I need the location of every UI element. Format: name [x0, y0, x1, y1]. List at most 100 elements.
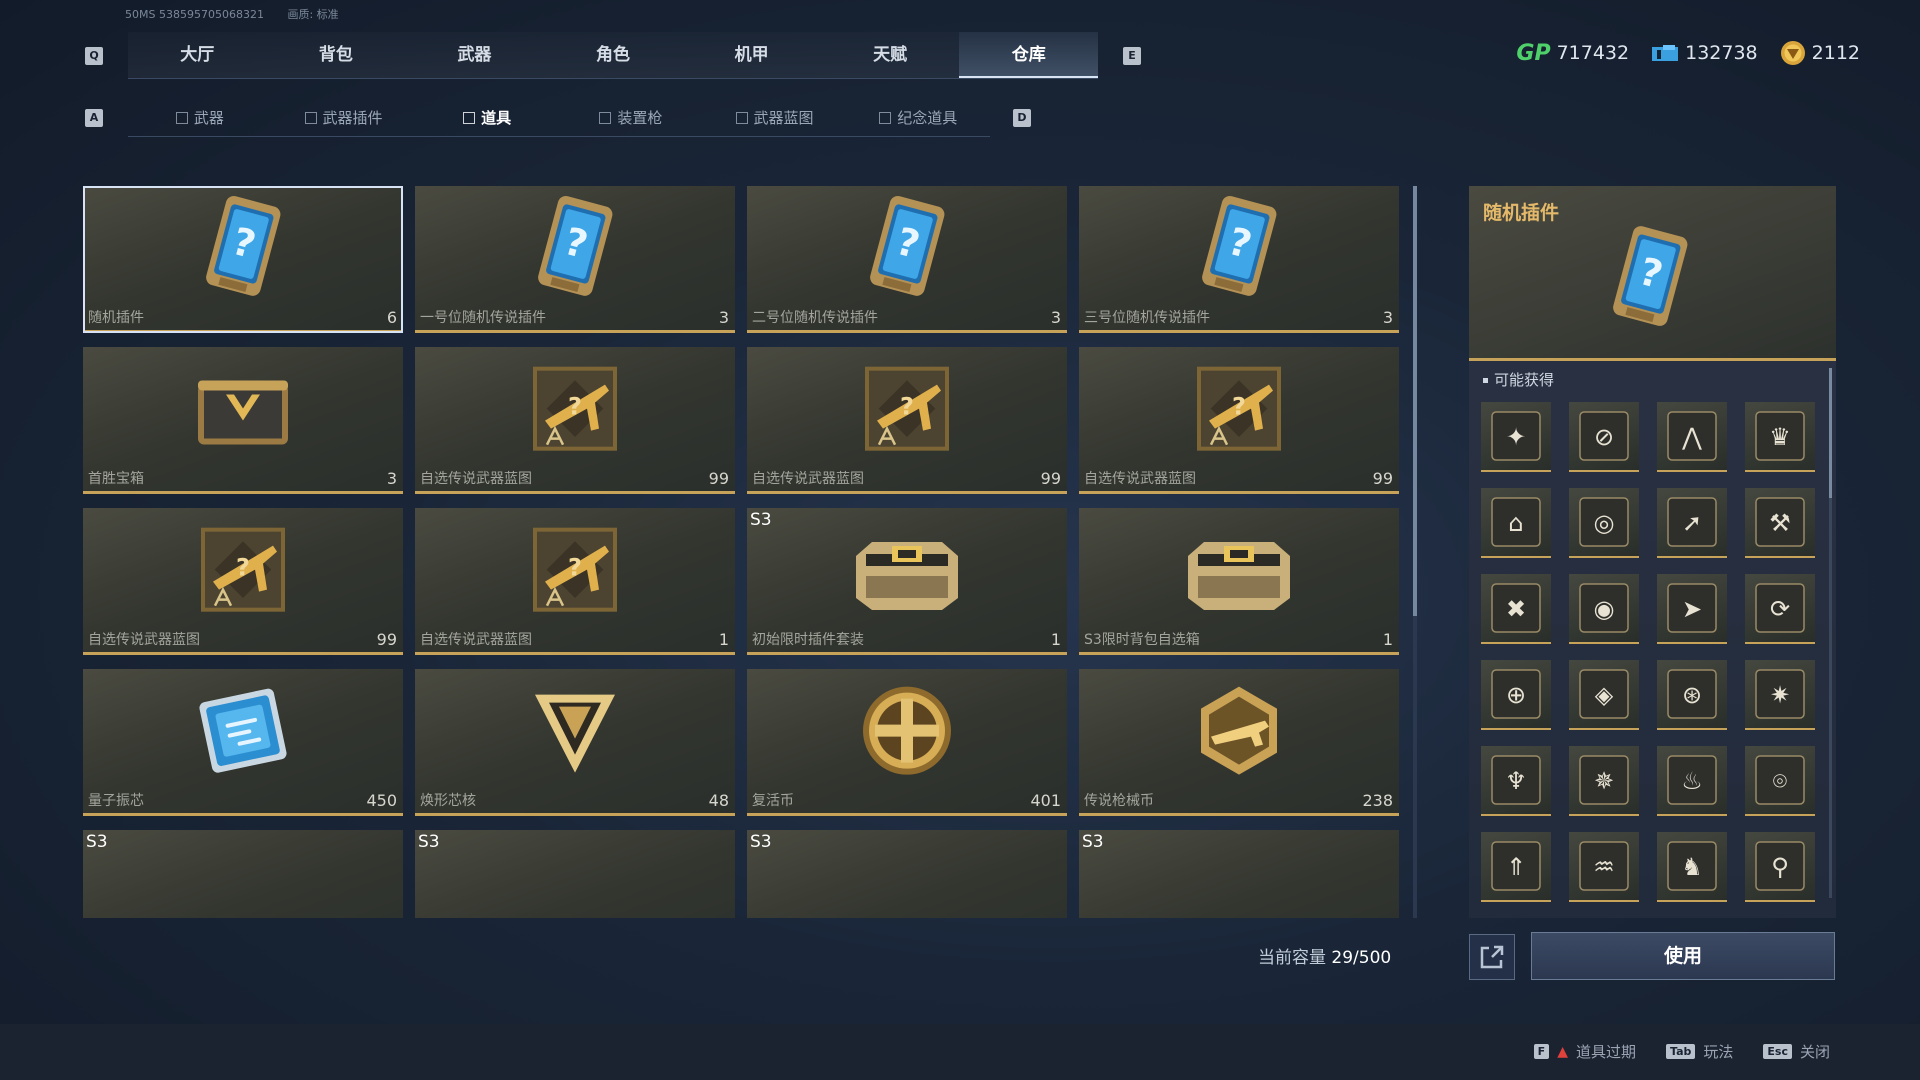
item-name: 一号位随机传说插件 — [420, 310, 546, 326]
subtab-souvenirs[interactable]: 纪念道具 — [846, 100, 990, 136]
reward-plugin-icon[interactable]: ➤ — [1657, 574, 1727, 644]
reward-plugin-icon[interactable]: ♛ — [1745, 402, 1815, 472]
tab-characters[interactable]: 角色 — [544, 32, 683, 78]
reward-plugin-icon[interactable]: ◎ — [1569, 488, 1639, 558]
capacity-value: 29/500 — [1331, 948, 1392, 968]
svg-text:⚲: ⚲ — [1771, 853, 1789, 881]
item-slot[interactable]: S3 — [1079, 830, 1399, 918]
reward-plugin-icon[interactable]: ✷ — [1745, 660, 1815, 730]
item-count: 3 — [1382, 308, 1393, 327]
reward-plugin-icon[interactable]: ⇑ — [1481, 832, 1551, 902]
item-slot[interactable]: ? 自选传说武器蓝图 99 — [1079, 347, 1399, 494]
main-tabs: 大厅 背包 武器 角色 机甲 天赋 仓库 — [128, 32, 1099, 79]
item-slot[interactable]: 首胜宝箱 3 — [83, 347, 403, 494]
item-name: S3限时背包自选箱 — [1084, 632, 1200, 648]
hint-label: 玩法 — [1703, 1043, 1734, 1061]
item-slot[interactable]: ? 自选传说武器蓝图 99 — [747, 347, 1067, 494]
share-button[interactable] — [1469, 934, 1515, 980]
hint-expired[interactable]: F ▲ 道具过期 — [1533, 1041, 1636, 1062]
item-name: 自选传说武器蓝图 — [420, 471, 532, 487]
reward-plugin-icon[interactable]: ⟳ — [1745, 574, 1815, 644]
reward-plugin-icon[interactable]: ⊕ — [1481, 660, 1551, 730]
tab-mecha[interactable]: 机甲 — [682, 32, 821, 78]
reward-plugin-icon[interactable]: ⚲ — [1745, 832, 1815, 902]
svg-text:⟳: ⟳ — [1770, 595, 1790, 623]
detail-panel: 随机插件 ? 可能获得 ✦ ⊘ ⋀ ♛ ⌂ ◎ ➚ ⚒ ✖ ◉ ➤ ⟳ ⊕ ◈ ⊛ ✷ ♆ ✵ ♨ ⌾ ⇑ ♒ ♞ ⚲ — [1469, 186, 1836, 918]
subtab-weapon-plugins[interactable]: 武器插件 — [272, 100, 416, 136]
item-name: 二号位随机传说插件 — [752, 310, 878, 326]
reward-plugin-icon[interactable]: ♆ — [1481, 746, 1551, 816]
season-tag: S3 — [750, 510, 772, 530]
reward-plugin-icon[interactable]: ✵ — [1569, 746, 1639, 816]
currency-gp: GP 717432 — [1516, 41, 1629, 66]
capacity-label: 当前容量 — [1258, 948, 1326, 968]
plugin-icon — [304, 112, 317, 124]
key-d[interactable]: D — [1013, 109, 1031, 127]
key-a[interactable]: A — [85, 109, 103, 127]
item-slot[interactable]: S3限时背包自选箱 1 — [1079, 508, 1399, 655]
svg-text:?: ? — [1232, 393, 1246, 421]
reward-plugin-icon[interactable]: ➚ — [1657, 488, 1727, 558]
svg-text:?: ? — [568, 554, 582, 582]
subtab-weapon-blueprints[interactable]: 武器蓝图 — [703, 100, 847, 136]
hint-close[interactable]: Esc 关闭 — [1763, 1041, 1830, 1062]
reward-plugin-icon[interactable]: ⌂ — [1481, 488, 1551, 558]
reward-plugin-icon[interactable]: ⚒ — [1745, 488, 1815, 558]
reward-plugin-icon[interactable]: ♒ — [1569, 832, 1639, 902]
reward-plugin-icon[interactable]: ⋀ — [1657, 402, 1727, 472]
svg-text:⌂: ⌂ — [1508, 509, 1523, 537]
key-q[interactable]: Q — [85, 47, 103, 65]
device-gun-icon — [599, 112, 612, 124]
item-slot[interactable]: S3 — [747, 830, 1067, 918]
hint-key: F — [1533, 1044, 1550, 1059]
item-slot[interactable]: ? 随机插件 6 — [83, 186, 403, 333]
item-slot[interactable]: S3 — [415, 830, 735, 918]
reward-plugin-icon[interactable]: ⊘ — [1569, 402, 1639, 472]
item-grid: ? 随机插件 6? 一号位随机传说插件 3? 二号位随机传说插件 3? 三号位随机传说插件 3 首… — [83, 186, 1401, 918]
subtab-weapons[interactable]: 武器 — [128, 100, 272, 136]
subtab-items[interactable]: 道具 — [415, 100, 559, 136]
case-icon — [1174, 522, 1304, 622]
svg-text:♒: ♒ — [1593, 853, 1615, 881]
tab-lobby[interactable]: 大厅 — [128, 32, 267, 78]
reward-plugin-icon[interactable]: ◈ — [1569, 660, 1639, 730]
detail-scrollbar-thumb[interactable] — [1829, 368, 1832, 498]
possible-rewards-label: 可能获得 — [1483, 369, 1554, 390]
tab-weapons[interactable]: 武器 — [405, 32, 544, 78]
tab-warehouse[interactable]: 仓库 — [959, 32, 1099, 78]
item-slot[interactable]: 量子振芯 450 — [83, 669, 403, 816]
use-button[interactable]: 使用 — [1531, 932, 1835, 980]
grid-scrollbar-thumb[interactable] — [1413, 186, 1417, 616]
tab-talents[interactable]: 天赋 — [821, 32, 960, 78]
reward-plugin-icon[interactable]: ♨ — [1657, 746, 1727, 816]
svg-text:➤: ➤ — [1682, 595, 1702, 623]
hint-label: 道具过期 — [1575, 1043, 1636, 1061]
item-slot[interactable]: ? 自选传说武器蓝图 99 — [83, 508, 403, 655]
item-slot[interactable]: ? 二号位随机传说插件 3 — [747, 186, 1067, 333]
season-tag: S3 — [1082, 832, 1104, 852]
reward-plugin-icon[interactable]: ⊛ — [1657, 660, 1727, 730]
item-slot[interactable]: ? 自选传说武器蓝图 99 — [415, 347, 735, 494]
reward-plugin-icon[interactable]: ◉ — [1569, 574, 1639, 644]
svg-text:⊕: ⊕ — [1506, 681, 1526, 709]
tab-backpack[interactable]: 背包 — [267, 32, 406, 78]
souvenir-icon — [879, 112, 892, 124]
item-slot[interactable]: ? 自选传说武器蓝图 1 — [415, 508, 735, 655]
hint-gameplay[interactable]: Tab 玩法 — [1665, 1041, 1734, 1062]
item-slot[interactable]: S3 — [83, 830, 403, 918]
reward-plugin-icon[interactable]: ✦ — [1481, 402, 1551, 472]
key-e[interactable]: E — [1123, 47, 1141, 65]
item-slot[interactable]: 传说枪械币 238 — [1079, 669, 1399, 816]
item-slot[interactable]: 复活币 401 — [747, 669, 1067, 816]
reward-plugin-icon[interactable]: ♞ — [1657, 832, 1727, 902]
item-slot[interactable]: ? 一号位随机传说插件 3 — [415, 186, 735, 333]
item-slot[interactable]: ? 三号位随机传说插件 3 — [1079, 186, 1399, 333]
detail-title: 随机插件 — [1483, 202, 1560, 224]
subtab-device-guns[interactable]: 装置枪 — [559, 100, 703, 136]
item-slot[interactable]: 焕形芯核 48 — [415, 669, 735, 816]
reward-plugin-icon[interactable]: ✖ — [1481, 574, 1551, 644]
reward-plugin-icon[interactable]: ⌾ — [1745, 746, 1815, 816]
item-name: 初始限时插件套装 — [752, 632, 864, 648]
item-count: 1 — [718, 630, 729, 649]
item-slot[interactable]: S3 初始限时插件套装 1 — [747, 508, 1067, 655]
